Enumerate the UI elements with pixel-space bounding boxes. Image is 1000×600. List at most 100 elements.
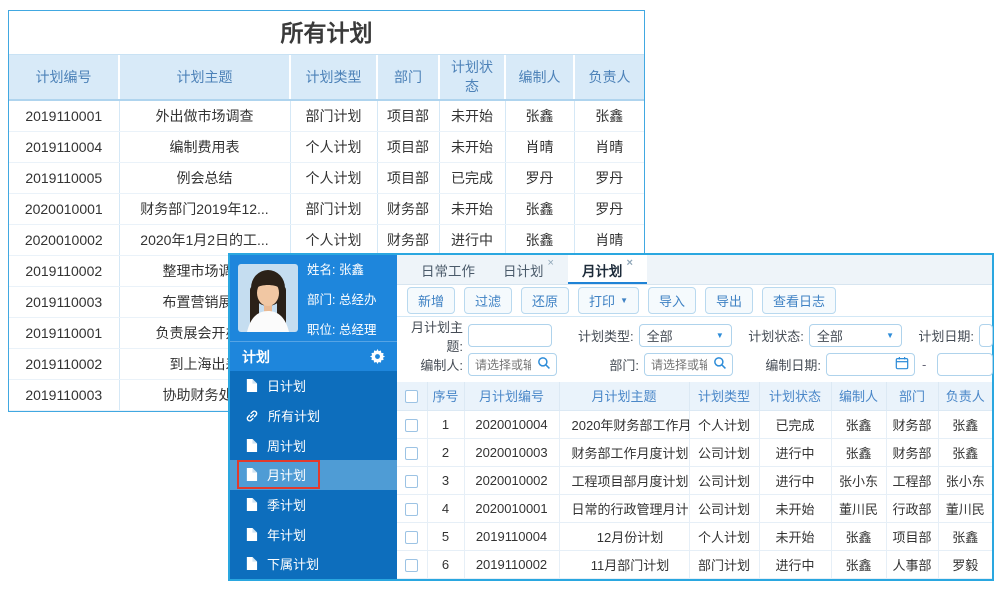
cell-owner[interactable]: 董川民 [937,493,992,523]
sidebar-item-day-plan[interactable]: 日计划 [230,371,397,401]
print-button[interactable]: 打印 ▼ [578,287,639,314]
row-checkbox[interactable] [405,530,419,544]
cell-id[interactable]: 2020010004 [463,409,560,439]
cell-subject[interactable]: 2020年财务部工作月... [558,409,690,439]
sidebar-item-label: 季计划 [267,498,307,514]
bg-cell: 2020010001 [9,193,119,225]
cell-type: 公司计划 [688,437,760,467]
bg-cell: 个人计划 [289,131,377,163]
bg-cell: 罗丹 [573,193,644,225]
cell-owner[interactable]: 张鑫 [937,409,992,439]
tab-daily-work[interactable]: 日常工作 [407,255,489,284]
cell-id[interactable]: 2019110004 [463,521,560,551]
cell-subject[interactable]: 工程项目部月度计划 [558,465,690,495]
user-photo [238,264,298,332]
calendar-icon[interactable] [895,356,909,373]
close-icon[interactable]: × [626,258,632,269]
close-icon[interactable]: × [548,258,554,269]
column-header-creator: 编制人 [830,382,887,411]
search-icon[interactable] [537,356,551,373]
bg-cell: 2019110003 [9,379,119,411]
search-icon[interactable] [713,356,727,373]
dept-search-input[interactable] [645,354,713,375]
plan-type-select[interactable]: 全部 ▼ [638,324,732,347]
bg-cell: 罗丹 [504,162,574,194]
cell-id[interactable]: 2020010001 [463,493,560,523]
cell-owner[interactable]: 罗毅 [937,549,992,579]
cell-owner[interactable]: 张鑫 [937,437,992,467]
created-date-box[interactable] [826,353,915,376]
button-label: 新增 [418,294,445,309]
bg-cell: 财务部 [376,193,439,225]
cell-subject[interactable]: 财务部工作月度计划 [558,437,690,467]
sidebar-item-quarter-plan[interactable]: 季计划 [230,490,397,520]
cell-status: 进行中 [758,465,832,495]
cell-creator[interactable]: 张鑫 [830,437,887,467]
view-log-button[interactable]: 查看日志 [762,287,837,314]
cell-id[interactable]: 2020010002 [463,465,560,495]
bg-cell: 部门计划 [289,100,377,132]
gear-icon[interactable] [370,349,385,364]
cell-id[interactable]: 2020010003 [463,437,560,467]
cell-creator[interactable]: 张小东 [830,465,887,495]
reset-button[interactable]: 还原 [521,287,570,314]
row-checkbox[interactable] [405,558,419,572]
file-icon [245,497,258,512]
cell-no: 4 [426,493,465,523]
sidebar-item-year-plan[interactable]: 年计划 [230,519,397,549]
sidebar-item-label: 月计划 [267,468,307,484]
export-button[interactable]: 导出 [705,287,754,314]
filter-button[interactable]: 过滤 [464,287,513,314]
cell-subject[interactable]: 11月部门计划 [558,549,690,579]
tab-day-plan[interactable]: 日计划 × [489,255,568,284]
cell-status: 未开始 [758,493,832,523]
cell-type: 个人计划 [688,409,760,439]
cell-creator[interactable]: 董川民 [830,493,887,523]
subject-filter-input[interactable] [468,324,552,347]
sidebar-section-plan[interactable]: 计划 [230,341,397,371]
cell-no: 6 [426,549,465,579]
bg-cell: 未开始 [438,100,505,132]
row-checkbox[interactable] [405,446,419,460]
dept-search-box[interactable] [644,353,733,376]
cell-creator[interactable]: 张鑫 [830,521,887,551]
cell-subject[interactable]: 日常的行政管理月计划 [558,493,690,523]
cell-subject[interactable]: 12月份计划 [558,521,690,551]
avatar [238,264,298,332]
created-date-start-input[interactable] [827,354,895,375]
created-date-end-input[interactable] [937,353,993,376]
column-header-owner: 负责人 [937,382,992,411]
row-checkbox[interactable] [405,502,419,516]
tab-month-plan[interactable]: 月计划 × [567,255,647,284]
import-button[interactable]: 导入 [647,287,696,314]
table-row: 5 2019110004 12月份计划 个人计划 未开始 张鑫 项目部 张鑫 [397,521,992,551]
plan-status-select[interactable]: 全部 ▼ [808,324,902,347]
bg-cell: 部门计划 [289,193,377,225]
row-checkbox[interactable] [405,474,419,488]
creator-search-input[interactable] [469,354,537,375]
sidebar-item-month-plan[interactable]: 月计划 [230,460,397,490]
bg-cell: 财务部 [376,224,439,256]
table-row: 2019110004 编制费用表 个人计划 项目部 未开始 肖晴 肖晴 [9,131,644,163]
file-icon [245,378,258,393]
cell-owner[interactable]: 张小东 [937,465,992,495]
sidebar-item-subordinate-plan[interactable]: 下属计划 [230,549,397,579]
plan-date-input[interactable] [978,324,993,347]
select-all-checkbox[interactable] [405,390,419,404]
column-header-subject: 月计划主题 [558,382,690,411]
annotation-box: 月计划 [237,460,321,490]
cell-id[interactable]: 2019110002 [463,549,560,579]
cell-creator[interactable]: 张鑫 [830,409,887,439]
cell-status: 未开始 [758,521,832,551]
user-department: 部门: 总经办 [307,292,377,307]
bg-cell: 2019110001 [9,100,119,132]
cell-creator[interactable]: 张鑫 [830,549,887,579]
row-select-cell [397,521,428,551]
sidebar-item-all-plans[interactable]: 所有计划 [230,401,397,431]
add-button[interactable]: 新增 [407,287,456,314]
bg-cell: 编制费用表 [118,131,290,163]
sidebar-item-week-plan[interactable]: 周计划 [230,430,397,460]
creator-search-box[interactable] [468,353,557,376]
cell-owner[interactable]: 张鑫 [937,521,992,551]
row-checkbox[interactable] [405,418,419,432]
